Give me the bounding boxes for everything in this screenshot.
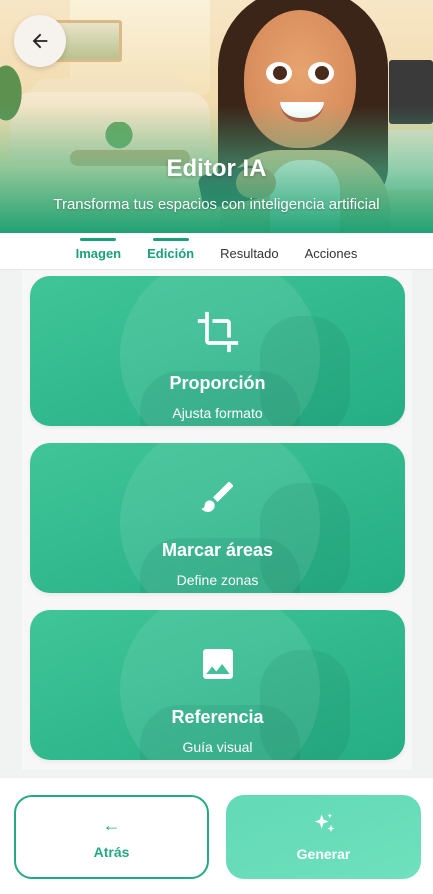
card-referencia[interactable]: Referencia Guía visual (30, 610, 405, 760)
card-proporcion[interactable]: Proporción Ajusta formato (30, 276, 405, 426)
card-subtitle: Define zonas (176, 572, 259, 588)
brush-icon (200, 481, 233, 512)
tab-resultado[interactable]: Resultado (220, 242, 279, 261)
generar-label: Generar (296, 846, 351, 862)
card-title: Marcar áreas (161, 540, 274, 560)
sparkles-icon (314, 813, 334, 832)
card-subtitle: Guía visual (182, 739, 253, 755)
back-button[interactable] (14, 15, 66, 67)
card-title: Proporción (169, 373, 266, 393)
page-title: Editor IA (166, 155, 267, 182)
card-title: Referencia (171, 707, 264, 727)
step-tabs: Imagen Edición Resultado Acciones (0, 233, 433, 270)
atras-label: Atrás (93, 844, 130, 860)
card-subtitle: Ajusta formato (172, 405, 263, 421)
card-marcar-areas[interactable]: Marcar áreas Define zonas (30, 443, 405, 593)
arrow-left-icon (32, 33, 48, 49)
tab-acciones[interactable]: Acciones (305, 242, 358, 261)
tab-imagen[interactable]: Imagen (76, 242, 122, 261)
page-subtitle: Transforma tus espacios con inteligencia… (53, 196, 380, 213)
generar-button[interactable]: Generar (226, 795, 421, 879)
atras-button[interactable]: ← Atrás (14, 795, 209, 879)
bottom-action-bar: ← Atrás Generar (0, 778, 433, 894)
arrow-left-icon: ← (102, 815, 121, 835)
image-icon (202, 649, 233, 679)
crop-icon (197, 311, 238, 353)
tab-edicion[interactable]: Edición (147, 242, 194, 261)
